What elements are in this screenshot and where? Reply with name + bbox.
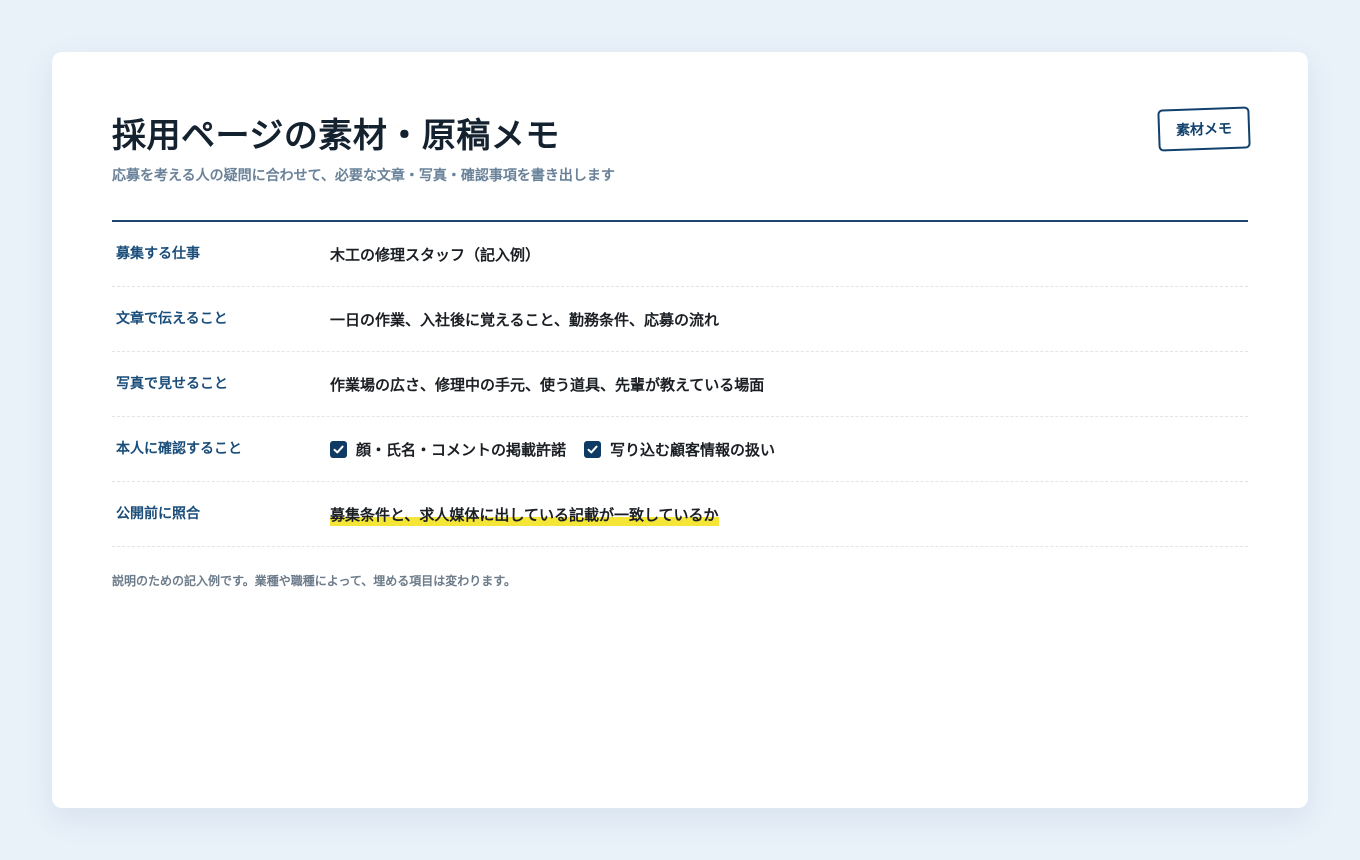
table-row-text: 文章で伝えること 一日の作業、入社後に覚えること、勤務条件、応募の流れ [112, 287, 1248, 352]
row-label: 公開前に照合 [116, 506, 200, 522]
row-value: 作業場の広さ、修理中の手元、使う道具、先輩が教えている場面 [330, 376, 765, 394]
check-icon [333, 445, 344, 454]
checkbox-item-permission[interactable]: 顔・氏名・コメントの掲載許諾 [330, 439, 566, 460]
memo-card: 採用ページの素材・原稿メモ 応募を考える人の疑問に合わせて、必要な文章・写真・確… [52, 52, 1308, 808]
checkbox-item-customer-info[interactable]: 写り込む顧客情報の扱い [584, 439, 775, 460]
checkbox-checked[interactable] [584, 441, 602, 458]
row-label: 文章で伝えること [116, 311, 228, 327]
checklist: 顔・氏名・コメントの掲載許諾 写り込む顧客情報の扱い [330, 439, 793, 460]
page-title: 採用ページの素材・原稿メモ [112, 116, 560, 156]
row-label: 写真で見せること [116, 376, 228, 392]
checkbox-label: 顔・氏名・コメントの掲載許諾 [356, 441, 567, 459]
row-value: 木工の修理スタッフ（記入例） [330, 246, 541, 264]
page-subtitle: 応募を考える人の疑問に合わせて、必要な文章・写真・確認事項を書き出します [112, 168, 615, 184]
row-value-wrapper: 募集条件と、求人媒体に出している記載が一致しているか [330, 504, 719, 526]
row-label: 本人に確認すること [116, 441, 242, 457]
check-icon [587, 445, 598, 454]
table-row-photos: 写真で見せること 作業場の広さ、修理中の手元、使う道具、先輩が教えている場面 [112, 352, 1248, 417]
table-row-verify: 公開前に照合 募集条件と、求人媒体に出している記載が一致しているか [112, 482, 1248, 547]
memo-stamp-badge: 素材メモ [1157, 106, 1251, 152]
table-row-confirm: 本人に確認すること 顔・氏名・コメントの掲載許諾 写り込む顧客情報の扱い [112, 417, 1248, 482]
checkbox-checked[interactable] [330, 441, 347, 458]
memo-table: 募集する仕事 木工の修理スタッフ（記入例） 文章で伝えること 一日の作業、入社後… [112, 222, 1248, 547]
checkbox-label: 写り込む顧客情報の扱い [610, 441, 776, 459]
row-value: 一日の作業、入社後に覚えること、勤務条件、応募の流れ [330, 311, 719, 329]
footnote: 説明のための記入例です。業種や職種によって、埋める項目は変わります。 [112, 574, 517, 588]
table-row-job: 募集する仕事 木工の修理スタッフ（記入例） [112, 222, 1248, 287]
highlighted-value: 募集条件と、求人媒体に出している記載が一致しているか [330, 504, 719, 526]
row-label: 募集する仕事 [116, 246, 200, 262]
